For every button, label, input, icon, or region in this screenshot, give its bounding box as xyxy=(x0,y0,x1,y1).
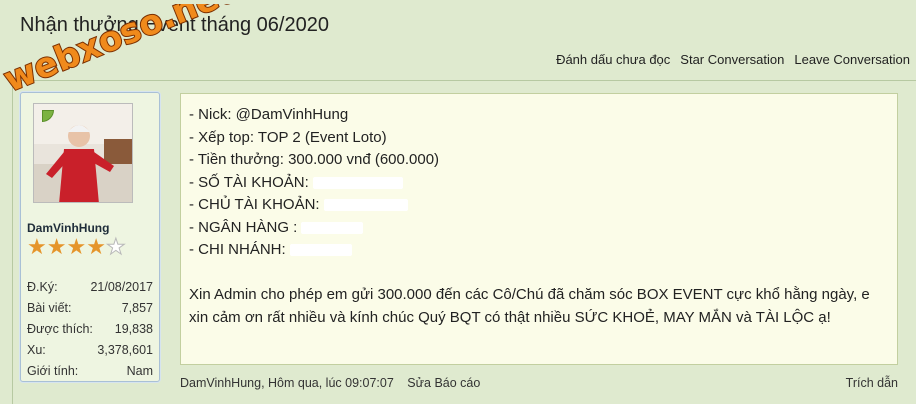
post-author-time[interactable]: DamVinhHung, Hôm qua, lúc 09:07:07 xyxy=(180,376,394,390)
post-line-account-holder: - CHỦ TÀI KHOẢN: xyxy=(189,194,889,217)
stat-value: 19,838 xyxy=(114,322,153,336)
user-stats: Đ.Ký: 21/08/2017 Bài viết: 7,857 Được th… xyxy=(27,277,153,382)
stat-row-coins: Xu: 3,378,601 xyxy=(27,340,153,361)
redacted-bank xyxy=(301,221,364,234)
redacted-account-holder xyxy=(323,199,408,212)
thread-actions: Đánh dấu chưa đọc Star Conversation Leav… xyxy=(556,52,910,67)
report-link[interactable]: Báo cáo xyxy=(434,376,480,390)
stat-label: Được thích: xyxy=(27,322,93,336)
stat-label: Bài viết: xyxy=(27,301,72,315)
stat-row-likes: Được thích: 19,838 xyxy=(27,319,153,340)
star-filled-icon: ★ xyxy=(27,234,47,259)
post-line-rank: - Xếp top: TOP 2 (Event Loto) xyxy=(189,128,387,146)
post-line-bank: - NGÂN HÀNG : xyxy=(189,217,889,240)
redacted-account-number xyxy=(312,176,403,189)
user-card: DamVinhHung ★ ★ ★ ★ ★ Đ.Ký: 21/08/2017 Bài v… xyxy=(20,92,160,382)
quote-link[interactable]: Trích dẫn xyxy=(846,376,898,390)
star-filled-icon: ★ xyxy=(66,234,87,259)
page-title: Nhận thưởng Event tháng 06/2020 xyxy=(20,14,329,36)
star-filled-icon: ★ xyxy=(86,234,106,259)
stat-label: Giới tính: xyxy=(27,364,79,378)
branch-label: - CHI NHÁNH: xyxy=(189,241,286,258)
account-number-label: - SỐ TÀI KHOẢN: xyxy=(189,173,309,191)
stat-label: Xu: xyxy=(27,343,46,357)
star-filled-icon: ★ xyxy=(46,234,67,259)
stat-row-posts: Bài viết: 7,857 xyxy=(27,298,153,319)
star-empty-icon: ★ xyxy=(105,234,126,259)
post-line-account-number: - SỐ TÀI KHOẢN: xyxy=(189,172,889,195)
stat-row-joined: Đ.Ký: 21/08/2017 xyxy=(27,277,153,298)
stat-value: 21/08/2017 xyxy=(90,280,153,294)
post-footer: DamVinhHung, Hôm qua, lúc 09:07:07 Sửa B… xyxy=(180,376,898,390)
star-conversation-link[interactable]: Star Conversation xyxy=(680,52,784,67)
edit-link[interactable]: Sửa xyxy=(407,376,431,390)
stat-value: Nam xyxy=(126,364,153,378)
account-holder-label: - CHỦ TÀI KHOẢN: xyxy=(189,196,320,213)
post-line-reward: - Tiền thưởng: 300.000 vnđ (600.000) xyxy=(189,151,440,168)
post-body: - Nick: @DamVinhHung - Xếp top: TOP 2 (E… xyxy=(180,93,898,365)
post-line-nick: - Nick: @DamVinhHung xyxy=(189,106,349,123)
username[interactable]: DamVinhHung xyxy=(27,221,109,235)
avatar[interactable] xyxy=(33,103,133,203)
mark-unread-link[interactable]: Đánh dấu chưa đọc xyxy=(556,52,670,67)
post-message: Xin Admin cho phép em gửi 300.000 đến cá… xyxy=(189,286,870,326)
stat-value: 3,378,601 xyxy=(97,343,153,357)
bank-label: - NGÂN HÀNG : xyxy=(189,218,298,236)
stat-value: 7,857 xyxy=(121,301,153,315)
stat-label: Đ.Ký: xyxy=(27,280,58,294)
redacted-branch xyxy=(289,244,352,257)
stat-row-gender: Giới tính: Nam xyxy=(27,361,153,382)
rating-stars: ★ ★ ★ ★ ★ xyxy=(27,234,126,259)
leave-conversation-link[interactable]: Leave Conversation xyxy=(794,52,910,67)
post-line-branch: - CHI NHÁNH: xyxy=(189,239,889,262)
